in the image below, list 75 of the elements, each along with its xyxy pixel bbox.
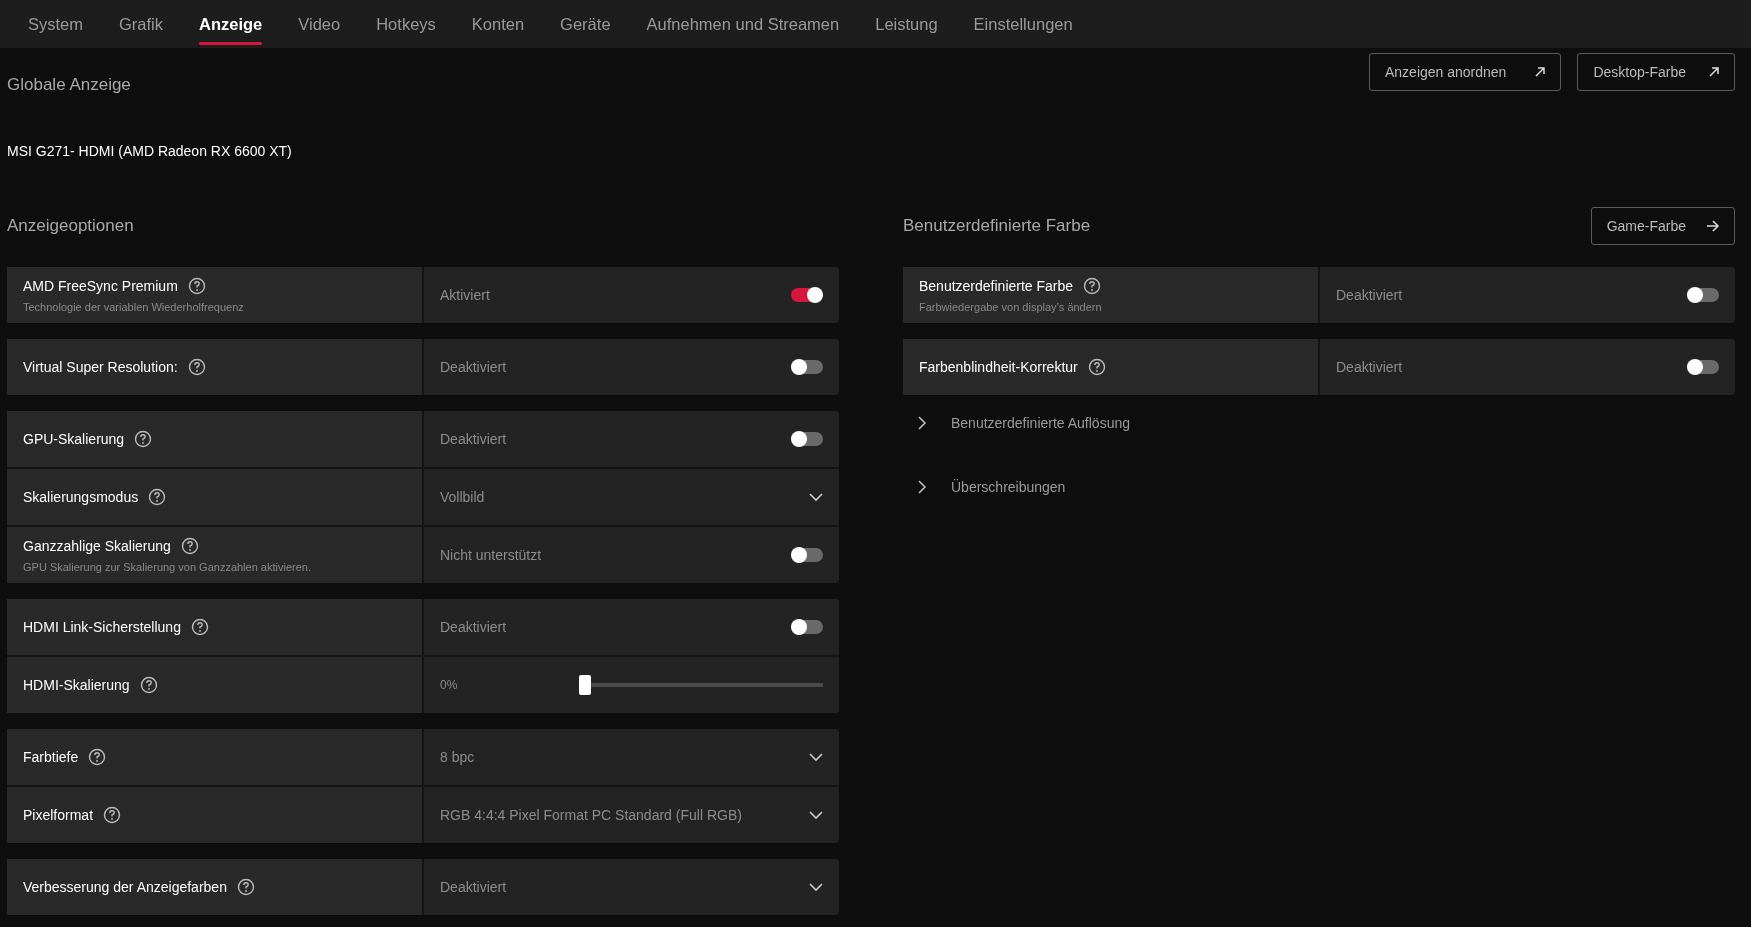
toggle-switch[interactable] — [791, 548, 823, 562]
setting-description: GPU Skalierung zur Skalierung von Ganzzahlen aktivieren. — [23, 561, 312, 573]
setting-label: Farbenblindheit-Korrektur — [919, 359, 1078, 375]
help-icon[interactable] — [187, 358, 206, 376]
tab[interactable]: Geräte — [544, 0, 627, 48]
setting-label: AMD FreeSync Premium — [23, 278, 178, 294]
chevron-icon — [918, 416, 927, 430]
help-icon[interactable] — [103, 806, 122, 824]
setting-description: Technologie der variablen Wiederholfrequenz — [23, 301, 245, 313]
dropdown-value[interactable]: Deaktiviert — [440, 879, 507, 895]
setting-label: GPU-Skalierung — [23, 431, 125, 447]
help-icon[interactable] — [180, 537, 199, 555]
slider-reading: 0% — [440, 678, 458, 692]
tab[interactable]: Aufnehmen und Streamen — [630, 0, 856, 48]
setting-label: Farbtiefe — [23, 749, 79, 765]
chevron-icon — [918, 480, 927, 494]
help-icon[interactable] — [88, 748, 107, 766]
link-button[interactable]: Desktop-Farbe — [1577, 53, 1735, 91]
tab[interactable]: Konten — [455, 0, 541, 48]
expander[interactable]: Benutzerdefinierte Auflösung — [903, 411, 1130, 435]
dropdown-value[interactable]: RGB 4:4:4 Pixel Format PC Standard (Full RGB) — [440, 807, 742, 823]
tab[interactable]: Einstellungen — [957, 0, 1089, 48]
setting-label: Virtual Super Resolution: — [23, 359, 178, 375]
section-title: Globale Anzeige — [7, 75, 131, 95]
slider-thumb[interactable] — [579, 675, 591, 695]
chevron-down-icon[interactable] — [809, 752, 823, 762]
help-icon[interactable] — [148, 488, 167, 506]
external-link-icon — [1708, 66, 1720, 78]
section-title: Anzeigeoptionen — [7, 216, 134, 236]
setting-value: Deaktiviert — [1336, 287, 1403, 303]
expander[interactable]: Überschreibungen — [903, 475, 1066, 499]
tab[interactable]: System — [12, 0, 99, 48]
chevron-down-icon[interactable] — [809, 810, 823, 820]
setting-label: Benutzerdefinierte Farbe — [919, 278, 1074, 294]
tab[interactable]: Grafik — [103, 0, 180, 48]
help-icon[interactable] — [190, 618, 209, 636]
dropdown-value[interactable]: 8 bpc — [440, 749, 475, 765]
setting-value: Deaktiviert — [440, 619, 507, 635]
setting-value: Deaktiviert — [440, 359, 507, 375]
help-icon[interactable] — [1083, 277, 1102, 295]
tab[interactable]: Anzeige — [183, 0, 279, 48]
external-link-icon — [1534, 66, 1547, 78]
toggle-switch[interactable] — [791, 360, 823, 374]
link-button[interactable]: Anzeigen anordnen — [1368, 53, 1562, 91]
help-icon[interactable] — [1087, 358, 1106, 376]
toggle-switch[interactable] — [791, 432, 823, 446]
toggle-switch[interactable] — [791, 288, 823, 302]
section-title: Benutzerdefinierte Farbe — [903, 216, 1091, 236]
chevron-down-icon[interactable] — [809, 492, 823, 502]
toggle-switch[interactable] — [1687, 360, 1719, 374]
setting-label: Verbesserung der Anzeigefarben — [23, 879, 227, 895]
setting-label: Ganzzahlige Skalierung — [23, 538, 171, 554]
chevron-down-icon[interactable] — [809, 882, 823, 892]
display-name: MSI G271- HDMI (AMD Radeon RX 6600 XT) — [7, 143, 293, 159]
arrow-right-icon — [1706, 220, 1720, 232]
help-icon[interactable] — [134, 430, 153, 448]
help-icon[interactable] — [139, 676, 158, 694]
tab[interactable]: Video — [282, 0, 357, 48]
setting-description: Farbwiedergabe von display’s ändern — [919, 301, 1103, 313]
help-icon[interactable] — [187, 277, 206, 295]
setting-label: Skalierungsmodus — [23, 489, 139, 505]
tab[interactable]: Leistung — [859, 0, 954, 48]
setting-value: Aktiviert — [440, 287, 490, 303]
dropdown-value[interactable]: Vollbild — [440, 489, 485, 505]
setting-value: Deaktiviert — [440, 431, 507, 447]
setting-label: HDMI Link-Sicherstellung — [23, 619, 181, 635]
setting-label: Pixelformat — [23, 807, 94, 823]
setting-value: Nicht unterstützt — [440, 547, 542, 563]
help-icon[interactable] — [236, 878, 255, 896]
toggle-switch[interactable] — [791, 620, 823, 634]
setting-value: Deaktiviert — [1336, 359, 1403, 375]
setting-label: HDMI-Skalierung — [23, 677, 130, 693]
toggle-switch[interactable] — [1687, 288, 1719, 302]
game-color-button[interactable]: Game-Farbe — [1590, 207, 1735, 245]
tab[interactable]: Hotkeys — [360, 0, 452, 48]
